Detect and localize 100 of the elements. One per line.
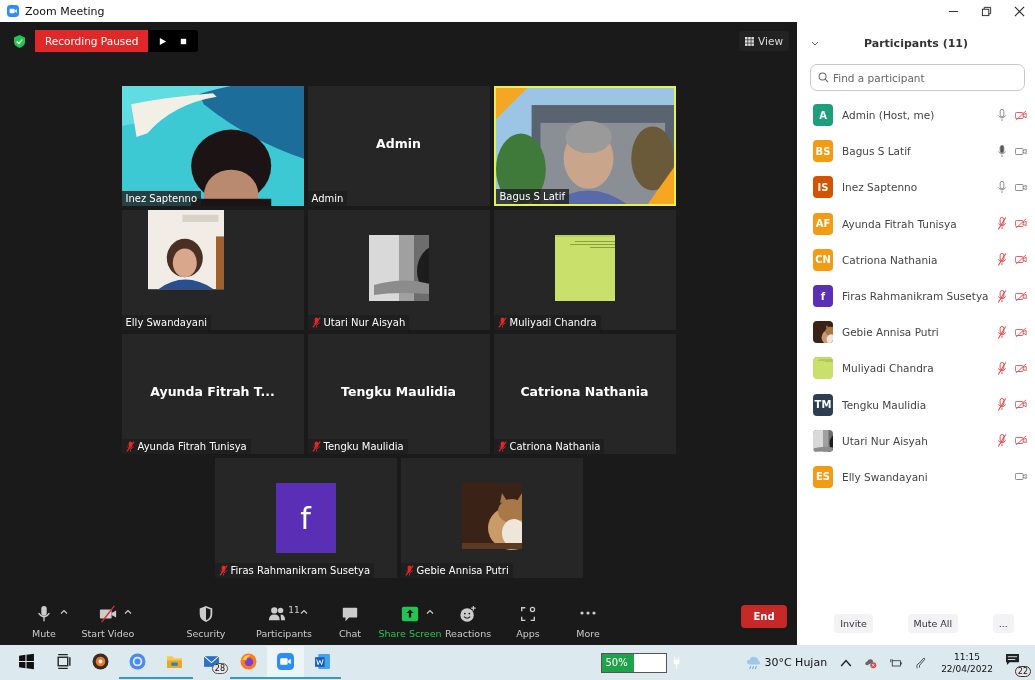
muted-mic-icon[interactable] [996, 434, 1008, 448]
participant-label: Elly Swandayani [125, 317, 208, 328]
participant-name: Catriona Nathania [842, 253, 938, 266]
camera-off-icon[interactable] [1015, 289, 1027, 303]
participant-row[interactable]: AF Ayunda Fitrah Tunisya [797, 205, 1035, 242]
mic-icon [35, 604, 53, 623]
muted-mic-icon[interactable] [996, 398, 1008, 412]
more-icon [580, 610, 596, 615]
participant-name: Ayunda Fitrah T... [150, 383, 275, 401]
mail-taskbar-button[interactable]: 28 [193, 646, 230, 679]
camera-off-icon[interactable] [1015, 253, 1027, 267]
participant-row[interactable]: Utari Nur Aisyah [797, 422, 1035, 459]
panel-title: Participants (11) [863, 36, 969, 50]
participant-row[interactable]: IS Inez Saptenno [797, 169, 1035, 206]
avatar: IS [813, 176, 833, 199]
share-screen-icon [401, 604, 419, 623]
participant-row[interactable]: Muliyadi Chandra [797, 350, 1035, 387]
caret-icon[interactable] [300, 609, 308, 614]
restore-icon[interactable] [981, 5, 992, 17]
notifications-button[interactable]: 22 [1005, 650, 1029, 675]
participant-row[interactable]: CN Catriona Nathania [797, 241, 1035, 278]
window-title: Zoom Meeting [25, 4, 105, 18]
camera-off-icon[interactable] [1015, 398, 1027, 412]
play-icon[interactable] [158, 36, 168, 46]
end-button[interactable]: End [741, 605, 787, 628]
panel-button[interactable]: Invite [834, 614, 873, 633]
muted-mic-icon[interactable] [996, 289, 1008, 303]
avatar: ES [813, 465, 833, 488]
participant-name: Inez Saptenno [842, 181, 918, 194]
participant-name: Utari Nur Aisyah [842, 434, 928, 447]
share-button[interactable]: Share Screen [380, 604, 440, 639]
caret-icon[interactable] [426, 609, 434, 614]
camera-off-icon[interactable] [1015, 325, 1027, 339]
participant-label: Catriona Nathania [509, 441, 601, 452]
participant-name: Tengku Maulidia [341, 383, 456, 401]
zoom-taskbar-button[interactable] [267, 646, 304, 679]
participant-row[interactable]: BS Bagus S Latif [797, 133, 1035, 170]
clock-date[interactable]: 22/04/2022 [941, 662, 993, 675]
muted-mic-icon[interactable] [996, 325, 1008, 339]
more-button[interactable]: More [558, 604, 618, 639]
camera-off-icon[interactable] [1015, 361, 1027, 375]
participant-label: Tengku Maulidia [323, 441, 404, 452]
participant-name: Catriona Nathania [520, 383, 649, 401]
muted-mic-icon[interactable] [996, 253, 1008, 267]
caret-icon[interactable] [124, 609, 132, 614]
disc-icon [92, 653, 109, 670]
shield-icon [197, 604, 215, 623]
participant-row[interactable]: TM Tengku Maulidia [797, 386, 1035, 423]
close-icon[interactable] [1014, 5, 1025, 17]
grid-icon [745, 36, 755, 46]
battery-icon[interactable] [890, 656, 903, 669]
unread-count: 28 [211, 663, 228, 674]
avatar: CN [813, 248, 833, 271]
document-app-icon [314, 653, 331, 670]
avatar: TM [813, 393, 833, 416]
participant-label: Utari Nur Aisyah [323, 317, 406, 328]
camera-off-icon[interactable] [1015, 217, 1027, 231]
stop-icon[interactable] [179, 36, 189, 46]
zoom-logo-icon [7, 5, 19, 17]
shield-icon[interactable] [14, 34, 25, 48]
mic-button[interactable]: Mute [14, 604, 74, 639]
mic-active-icon[interactable] [996, 144, 1008, 158]
apps-button[interactable]: Apps [498, 604, 558, 639]
cloud-error-icon[interactable] [865, 656, 878, 669]
participants-button[interactable]: 11 Participants [254, 604, 314, 639]
participant-label: Bagus S Latif [499, 191, 565, 202]
participant-label: Ayunda Fitrah Tunisya [137, 441, 247, 452]
participant-row[interactable]: f Firas Rahmanikram Susetya [797, 277, 1035, 315]
participant-name: Admin [376, 135, 421, 153]
chat-button[interactable]: Chat [320, 604, 380, 639]
message-icon [1005, 652, 1020, 666]
more-button[interactable]: ... [992, 614, 1014, 633]
camera-off-icon [99, 604, 117, 623]
participant-row[interactable]: Gebie Annisa Putri [797, 314, 1035, 351]
muted-mic-icon[interactable] [996, 361, 1008, 375]
mic-icon[interactable] [996, 108, 1008, 122]
pen-icon[interactable] [915, 656, 928, 669]
security-button[interactable]: Security [176, 604, 236, 639]
view-button[interactable]: View [739, 31, 789, 51]
panel-button[interactable]: Mute All [907, 614, 959, 633]
camera-off-icon[interactable] [1015, 108, 1027, 122]
apps-icon [519, 604, 537, 623]
participant-label: Firas Rahmanikram Susetya [230, 565, 371, 576]
video-button[interactable]: Start Video [78, 604, 138, 639]
browser-icon [129, 653, 146, 670]
participant-row[interactable]: ES Elly Swandayani [797, 458, 1035, 496]
caret-icon[interactable] [60, 609, 68, 614]
weather-text[interactable]: 30°C Hujan [764, 656, 828, 669]
muted-mic-icon[interactable] [996, 217, 1008, 231]
avatar-initial: f [275, 483, 336, 553]
participant-name: Gebie Annisa Putri [842, 326, 939, 339]
mic-icon[interactable] [996, 180, 1008, 194]
participant-name: Admin (Host, me) [842, 109, 935, 122]
search-icon [818, 72, 829, 83]
participant-row[interactable]: A Admin (Host, me) [797, 97, 1035, 134]
camera-off-icon[interactable] [1015, 434, 1027, 448]
participant-label: Gebie Annisa Putri [416, 565, 509, 576]
chevron-icon[interactable] [811, 40, 819, 46]
clock-time[interactable]: 11:15 [954, 650, 981, 663]
search-field[interactable]: Find a participant [810, 64, 1025, 91]
